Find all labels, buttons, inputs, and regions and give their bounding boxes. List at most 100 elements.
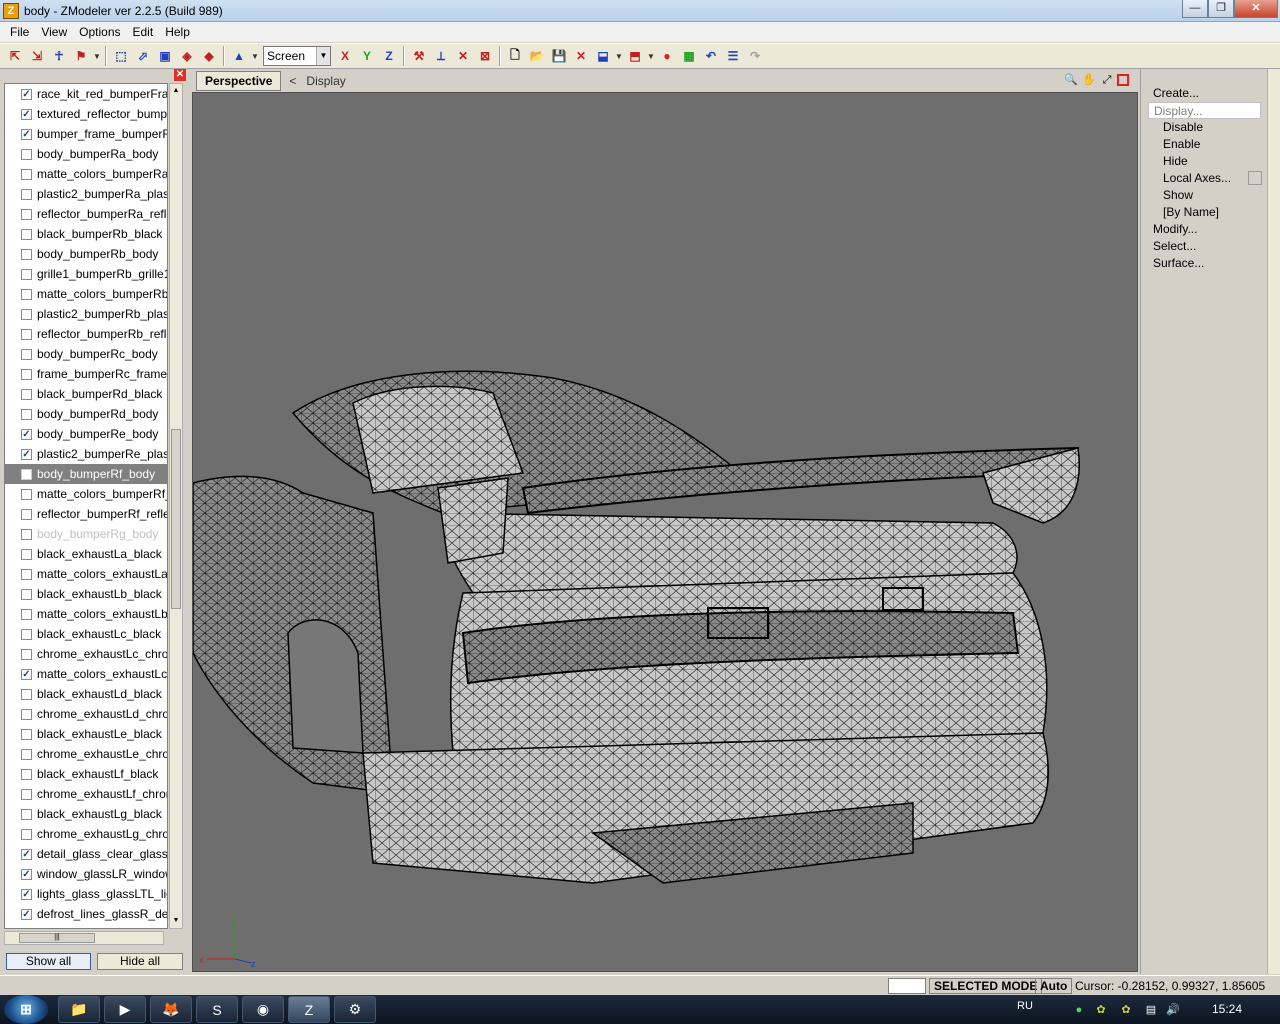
object-mode-icon[interactable]: ◈ — [177, 46, 197, 66]
visibility-checkbox[interactable] — [21, 608, 32, 620]
new-file-icon[interactable]: 🗋 — [505, 46, 525, 66]
visibility-checkbox[interactable]: ✓ — [21, 908, 32, 920]
list-item[interactable]: chrome_exhaustLd_chro — [5, 704, 167, 724]
scrollbar-thumb[interactable] — [171, 429, 181, 609]
list-item[interactable]: black_exhaustLb_black — [5, 584, 167, 604]
visibility-checkbox[interactable] — [21, 568, 32, 580]
properties-icon[interactable]: ☰ — [723, 46, 743, 66]
hide-all-button[interactable]: Hide all — [97, 953, 183, 970]
select-figure-icon[interactable]: ☥ — [49, 46, 69, 66]
list-item[interactable]: ✓ defrost_lines_glassR_defr — [5, 904, 167, 924]
redo-icon[interactable]: ↷ — [745, 46, 765, 66]
axis-x-toggle[interactable]: X — [335, 46, 355, 66]
select-group-icon[interactable]: ⚑ — [71, 46, 91, 66]
visibility-checkbox[interactable] — [21, 748, 32, 760]
visibility-checkbox[interactable] — [21, 768, 32, 780]
visibility-checkbox[interactable]: ✓ — [21, 848, 32, 860]
object-list-hscrollbar[interactable]: ||| — [4, 931, 164, 945]
visibility-checkbox[interactable] — [21, 348, 32, 360]
list-item[interactable]: ✓ race_kit_red_bumperFrac — [5, 84, 167, 104]
visibility-checkbox[interactable] — [21, 208, 32, 220]
status-auto[interactable]: Auto — [1035, 978, 1073, 994]
command-show[interactable]: Show — [1163, 187, 1193, 204]
breadcrumb-arrow[interactable]: < — [289, 74, 296, 88]
list-item[interactable]: plastic2_bumperRa_plast — [5, 184, 167, 204]
list-item[interactable]: plastic2_bumperRb_plast — [5, 304, 167, 324]
menu-options[interactable]: Options — [73, 25, 126, 39]
menu-help[interactable]: Help — [159, 25, 196, 39]
visibility-checkbox[interactable] — [21, 308, 32, 320]
fit-view-icon[interactable]: ⤢ — [1099, 72, 1115, 88]
visibility-checkbox[interactable] — [21, 808, 32, 820]
visibility-checkbox[interactable]: ✓ — [21, 868, 32, 880]
list-item[interactable]: body_bumperRa_body — [5, 144, 167, 164]
list-item[interactable]: body_bumperRd_body — [5, 404, 167, 424]
zoom-icon[interactable]: 🔍 — [1063, 72, 1079, 88]
list-item[interactable]: grille1_bumperRb_grille1 — [5, 264, 167, 284]
minimize-button[interactable]: — — [1182, 0, 1208, 18]
visibility-checkbox[interactable] — [21, 688, 32, 700]
visibility-checkbox[interactable] — [21, 708, 32, 720]
delete-icon[interactable]: ✕ — [571, 46, 591, 66]
command-disable[interactable]: Disable — [1163, 119, 1203, 136]
visibility-checkbox[interactable] — [21, 268, 32, 280]
visibility-checkbox[interactable] — [21, 328, 32, 340]
visibility-checkbox[interactable] — [21, 408, 32, 420]
list-item[interactable]: matte_colors_bumperRb — [5, 284, 167, 304]
list-item[interactable]: ✓ bumper_frame_bumperF — [5, 124, 167, 144]
list-item[interactable]: matte_colors_exhaustLa_ — [5, 564, 167, 584]
volume-icon[interactable]: 🔊 — [1166, 1003, 1180, 1017]
tray-app-icon[interactable]: ✿ — [1119, 1003, 1133, 1017]
visibility-checkbox[interactable] — [21, 388, 32, 400]
windows-start-icon[interactable]: ⊞ — [4, 995, 48, 1024]
command-surface[interactable]: Surface... — [1153, 255, 1204, 272]
list-item[interactable]: ✓ window_glassLR_window — [5, 864, 167, 884]
visibility-checkbox[interactable] — [21, 528, 32, 540]
edge-mode-icon[interactable]: ⬀ — [133, 46, 153, 66]
visibility-checkbox[interactable] — [21, 588, 32, 600]
command-display[interactable]: Display... — [1148, 102, 1261, 119]
list-item[interactable]: ✓ detail_glass_clear_glassLI — [5, 844, 167, 864]
visibility-checkbox[interactable] — [21, 228, 32, 240]
select-tool-icon[interactable]: ⇱ — [5, 46, 25, 66]
list-item[interactable]: matte_colors_exhaustLb_ — [5, 604, 167, 624]
render-icon[interactable]: ● — [657, 46, 677, 66]
list-item[interactable]: ✓ textured_reflector_bump — [5, 104, 167, 124]
chevron-down-icon[interactable]: ▼ — [316, 47, 330, 65]
menu-file[interactable]: File — [4, 25, 35, 39]
list-item[interactable]: black_exhaustLc_black — [5, 624, 167, 644]
list-item[interactable]: chrome_exhaustLg_chro — [5, 824, 167, 844]
visibility-checkbox[interactable] — [21, 508, 32, 520]
status-mode[interactable]: SELECTED MODE — [929, 978, 1043, 994]
visibility-checkbox[interactable]: ✓ — [21, 128, 32, 140]
object-list[interactable]: ✓ race_kit_red_bumperFrac ✓ textured_reflec… — [4, 83, 168, 929]
undo-icon[interactable]: ↶ — [701, 46, 721, 66]
media-player-taskbar-icon[interactable]: ▶ — [104, 996, 146, 1023]
list-item[interactable]: reflector_bumperRa_refle — [5, 204, 167, 224]
select-point-icon[interactable]: ⇲ — [27, 46, 47, 66]
snap-icon[interactable]: ⊠ — [475, 46, 495, 66]
visibility-checkbox[interactable] — [21, 488, 32, 500]
clock[interactable]: 15:24 — [1212, 1002, 1242, 1016]
visibility-checkbox[interactable] — [21, 548, 32, 560]
axis-z-toggle[interactable]: Z — [379, 46, 399, 66]
import-dropdown-icon[interactable]: ▼ — [615, 46, 623, 66]
tool-taskbar-icon[interactable]: ⚙ — [334, 996, 376, 1023]
list-item[interactable]: black_exhaustLd_black — [5, 684, 167, 704]
list-item[interactable]: body_bumperRb_body — [5, 244, 167, 264]
list-item[interactable]: black_exhaustLa_black — [5, 544, 167, 564]
maximize-viewport-icon[interactable] — [1117, 74, 1129, 86]
command-modify[interactable]: Modify... — [1153, 221, 1197, 238]
local-axes-toggle[interactable] — [1248, 171, 1262, 185]
visibility-checkbox[interactable] — [21, 168, 32, 180]
maximize-button[interactable]: ❐ — [1208, 0, 1234, 18]
axis-mode-icon[interactable]: ▲ — [229, 46, 249, 66]
object-list-scrollbar[interactable]: ▲ ▼ — [169, 83, 183, 929]
axis-dropdown-icon[interactable]: ▼ — [251, 46, 259, 66]
list-item[interactable]: body_bumperRc_body — [5, 344, 167, 364]
list-item[interactable]: body_bumperRg_body — [5, 524, 167, 544]
visibility-checkbox[interactable]: ✓ — [21, 448, 32, 460]
command-panel-scrollbar[interactable] — [1267, 69, 1280, 974]
visibility-checkbox[interactable] — [21, 288, 32, 300]
viewport-tab-perspective[interactable]: Perspective — [196, 71, 282, 91]
